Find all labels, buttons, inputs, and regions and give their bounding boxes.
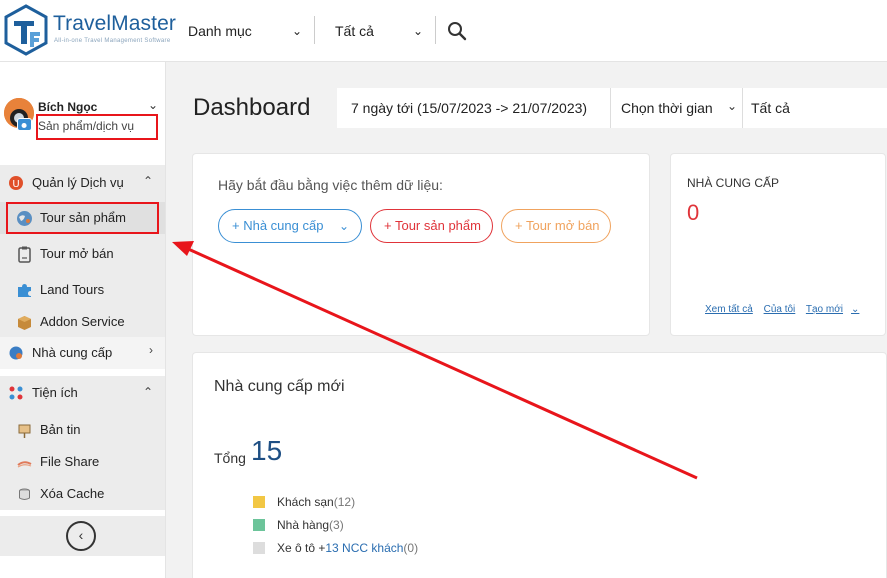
legend-count: (0) [403, 541, 419, 555]
grid-icon [9, 386, 23, 400]
legend-swatch [253, 496, 265, 508]
highlight-box [36, 114, 158, 140]
sidebar-item-label: File Share [40, 454, 100, 469]
add-tour-product-button[interactable]: + Tour sản phẩm [370, 209, 493, 243]
search-icon[interactable] [446, 20, 468, 42]
share-icon [17, 461, 32, 468]
divider [610, 88, 611, 128]
legend-count: (12) [333, 495, 356, 509]
page-title: Dashboard [193, 94, 311, 121]
chevron-up-icon: ⌃ [142, 385, 153, 399]
legend-label: Xe ô tô + [277, 541, 326, 555]
supplier-icon [9, 346, 23, 360]
divider [314, 16, 315, 44]
chevron-down-icon: ⌄ [338, 219, 349, 233]
create-supplier-link[interactable]: Tạo mới [806, 304, 843, 315]
total-label: Tổng [214, 450, 246, 466]
add-open-tour-button[interactable]: + Tour mở bán [501, 209, 611, 243]
chevron-down-icon: ⌄ [291, 24, 302, 38]
sidebar-group-supplier[interactable]: Nhà cung cấp › [0, 337, 165, 369]
chevron-down-icon[interactable]: ⌄ [148, 98, 158, 112]
divider [742, 88, 743, 128]
highlight-box [6, 202, 159, 234]
scope-select[interactable]: Tất cả ⌄ [335, 17, 423, 45]
supplier-card-links: Xem tất cả Của tôi Tạo mới ⌄ [705, 304, 867, 315]
sidebar-item-news[interactable]: Bản tin [0, 414, 165, 446]
scope-filter-select[interactable]: Tất cả [751, 100, 790, 116]
cache-icon [19, 488, 30, 500]
sidebar: Bích Ngọc ⌄ Sản phẩm/dịch vụ U Quản lý D… [0, 62, 166, 578]
date-filter-bar: 7 ngày tới (15/07/2023 -> 21/07/2023) Ch… [337, 88, 887, 128]
sidebar-item-label: Land Tours [40, 282, 105, 297]
getting-started-text: Hãy bắt đầu bằng việc thêm dữ liệu: [218, 177, 443, 193]
legend-count: (3) [329, 518, 344, 532]
total-value: 15 [251, 435, 283, 466]
news-icon [18, 424, 31, 438]
date-range-select[interactable]: 7 ngày tới (15/07/2023 -> 21/07/2023) [351, 100, 587, 116]
getting-started-card: Hãy bắt đầu bằng việc thêm dữ liệu: + Nh… [192, 153, 650, 336]
sidebar-group-label: Tiện ích [32, 385, 78, 400]
brand-tagline: All-in-one Travel Management Software [54, 38, 171, 44]
collapse-sidebar-button[interactable]: ‹ [66, 521, 96, 551]
sidebar-item-label: Xóa Cache [40, 486, 105, 501]
legend-swatch [253, 542, 265, 554]
legend-link[interactable]: 13 NCC khách [325, 541, 403, 555]
user-profile[interactable]: Bích Ngọc ⌄ Sản phẩm/dịch vụ [0, 62, 165, 162]
legend-label: Nhà hàng [277, 518, 330, 532]
period-select[interactable]: Chọn thời gian [621, 100, 713, 116]
utility-menu-group: Tiện ích ⌃ Bản tin File Share Xóa Cache [0, 376, 165, 510]
chevron-down-icon[interactable]: ⌄ [727, 99, 737, 113]
chevron-down-icon: ⌄ [412, 24, 423, 38]
chevron-left-icon: ‹ [78, 527, 84, 543]
sidebar-item-tour-open[interactable]: Tour mở bán [0, 238, 165, 270]
sidebar-item-land-tours[interactable]: Land Tours [0, 274, 165, 306]
new-suppliers-title: Nhà cung cấp mới [214, 378, 345, 395]
supplier-count: 0 [687, 200, 700, 225]
new-suppliers-card: Nhà cung cấp mới Tổng 15 Khách sạn(12) N… [192, 352, 887, 578]
legend-item: Nhà hàng(3) [253, 518, 344, 532]
sidebar-group-utility[interactable]: Tiện ích ⌃ [0, 376, 165, 410]
sidebar-group-label: Nhà cung cấp [32, 345, 113, 360]
sidebar-item-clear-cache[interactable]: Xóa Cache [0, 478, 165, 510]
brand-name: TravelMaster [53, 12, 176, 35]
add-supplier-button[interactable]: + Nhà cung cấp ⌄ [218, 209, 362, 243]
box-icon [18, 316, 31, 330]
sidebar-item-label: Bản tin [40, 422, 81, 437]
chevron-up-icon: ⌃ [142, 174, 153, 188]
travelmaster-logo-icon[interactable] [4, 4, 48, 56]
svg-text:U: U [12, 179, 19, 190]
add-supplier-label: + Nhà cung cấp [232, 218, 324, 233]
sidebar-item-label: Tour mở bán [40, 246, 114, 261]
chevron-right-icon: › [149, 343, 153, 357]
puzzle-icon [18, 284, 31, 297]
user-name: Bích Ngọc [38, 100, 98, 114]
sidebar-item-label: Addon Service [40, 314, 125, 329]
category-select[interactable]: Danh mục ⌄ [188, 17, 302, 45]
sidebar-group-label: Quản lý Dịch vụ [32, 175, 124, 190]
divider [435, 16, 436, 44]
camera-icon[interactable] [17, 118, 32, 131]
top-bar: TravelMaster All-in-one Travel Managemen… [0, 0, 887, 62]
view-all-link[interactable]: Xem tất cả [705, 304, 753, 315]
sidebar-item-addon-service[interactable]: Addon Service [0, 306, 165, 338]
legend-item: Xe ô tô +13 NCC khách(0) [253, 541, 418, 555]
supplier-summary-card: NHÀ CUNG CẤP 0 Xem tất cả Của tôi Tạo mớ… [670, 153, 886, 336]
supplier-card-title: NHÀ CUNG CẤP [687, 176, 780, 190]
service-icon: U [9, 176, 23, 190]
service-menu-group: U Quản lý Dịch vụ ⌃ Tour sản phẩm Tour m… [0, 165, 165, 369]
sidebar-item-file-share[interactable]: File Share [0, 446, 165, 478]
category-select-label: Danh mục [188, 23, 252, 39]
legend-swatch [253, 519, 265, 531]
legend-label: Khách sạn [277, 495, 334, 509]
scope-select-label: Tất cả [335, 23, 374, 39]
sidebar-collapse-bar: ‹ [0, 516, 165, 556]
sidebar-group-service[interactable]: U Quản lý Dịch vụ ⌃ [0, 165, 165, 199]
chevron-down-icon[interactable]: ⌄ [851, 304, 859, 315]
my-suppliers-link[interactable]: Của tôi [764, 304, 796, 315]
legend-item: Khách sạn(12) [253, 495, 355, 509]
clipboard-icon [18, 246, 31, 263]
